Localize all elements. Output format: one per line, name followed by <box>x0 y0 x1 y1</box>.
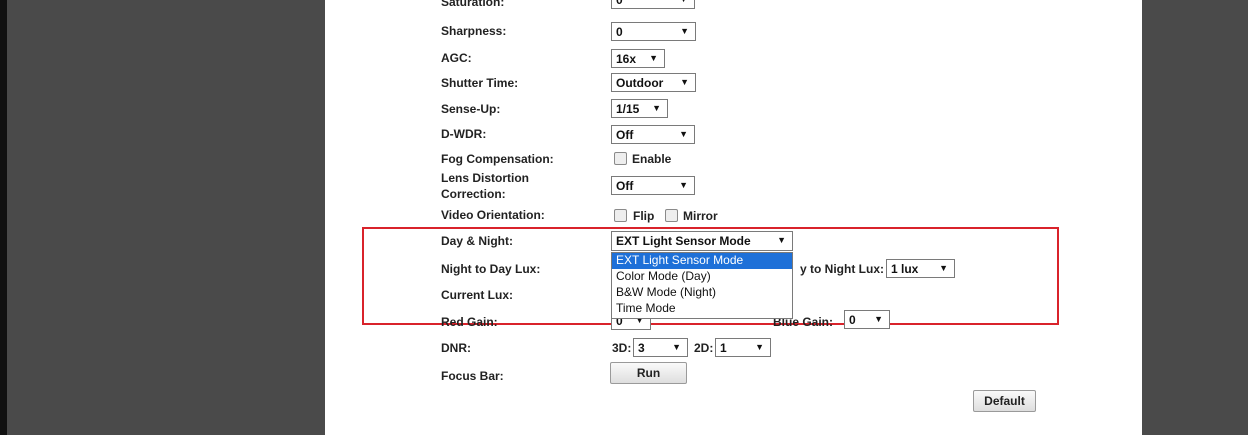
default-button[interactable]: Default <box>973 390 1036 412</box>
day-night-label: Day & Night: <box>441 234 513 248</box>
chevron-down-icon: ▼ <box>672 342 681 352</box>
dropdown-option[interactable]: Time Mode <box>612 301 792 317</box>
red-gain-label: Red Gain: <box>441 315 498 329</box>
chevron-down-icon: ▼ <box>679 0 688 4</box>
agc-value: 16x <box>616 52 637 66</box>
day-to-night-lux-select[interactable]: 1 lux ▼ <box>886 259 955 278</box>
settings-panel: Saturation: 0▼ Sharpness: 0▼ AGC: 16x▼ S… <box>325 0 1142 435</box>
dnr-3d-value: 3 <box>638 341 645 355</box>
fog-compensation-label: Fog Compensation: <box>441 152 554 166</box>
dwdr-label: D-WDR: <box>441 127 487 141</box>
sharpness-label: Sharpness: <box>441 24 507 38</box>
chevron-down-icon: ▼ <box>874 314 883 324</box>
day-night-select[interactable]: EXT Light Sensor Mode ▼ <box>611 231 793 251</box>
chevron-down-icon: ▼ <box>939 263 948 273</box>
chevron-down-icon: ▼ <box>679 129 688 139</box>
day-to-night-lux-label: y to Night Lux: <box>800 262 884 276</box>
dnr-3d-label: 3D: <box>612 341 632 355</box>
blue-gain-value: 0 <box>849 313 856 327</box>
left-edge-bar <box>0 0 7 435</box>
blue-gain-select[interactable]: 0 ▼ <box>844 310 890 329</box>
sense-up-label: Sense-Up: <box>441 102 501 116</box>
lens-distortion-value: Off <box>616 179 634 193</box>
shutter-time-value: Outdoor <box>616 76 664 90</box>
shutter-time-label: Shutter Time: <box>441 76 519 90</box>
run-button[interactable]: Run <box>610 362 687 384</box>
agc-label: AGC: <box>441 51 472 65</box>
dnr-label: DNR: <box>441 341 471 355</box>
mirror-checkbox[interactable] <box>665 209 678 222</box>
flip-checkbox[interactable] <box>614 209 627 222</box>
sense-up-value: 1/15 <box>616 102 640 116</box>
saturation-select[interactable]: 0▼ <box>611 0 695 9</box>
current-lux-label: Current Lux: <box>441 288 513 302</box>
chevron-down-icon: ▼ <box>777 235 786 245</box>
dropdown-option[interactable]: EXT Light Sensor Mode <box>612 253 792 269</box>
chevron-down-icon: ▼ <box>755 342 764 352</box>
left-side-panel <box>7 0 325 435</box>
lens-distortion-label-line1: Lens Distortion <box>441 171 530 185</box>
lens-distortion-label-line2: Correction: <box>441 187 506 201</box>
sharpness-value: 0 <box>616 25 623 39</box>
focus-bar-label: Focus Bar: <box>441 369 504 383</box>
day-to-night-lux-value: 1 lux <box>891 262 919 276</box>
dnr-2d-select[interactable]: 1 ▼ <box>715 338 771 357</box>
lens-distortion-select[interactable]: Off ▼ <box>611 176 695 195</box>
day-night-value: EXT Light Sensor Mode <box>616 234 751 248</box>
shutter-time-select[interactable]: Outdoor ▼ <box>611 73 696 92</box>
agc-select[interactable]: 16x ▼ <box>611 49 665 68</box>
chevron-down-icon: ▼ <box>680 26 689 36</box>
day-night-dropdown-list: EXT Light Sensor Mode Color Mode (Day) B… <box>611 252 793 319</box>
saturation-label: Saturation: <box>441 0 505 9</box>
chevron-down-icon: ▼ <box>679 180 688 190</box>
right-side-panel <box>1142 0 1248 435</box>
chevron-down-icon: ▼ <box>680 77 689 87</box>
dwdr-select[interactable]: Off ▼ <box>611 125 695 144</box>
flip-label: Flip <box>633 209 655 223</box>
sense-up-select[interactable]: 1/15 ▼ <box>611 99 668 118</box>
dwdr-value: Off <box>616 128 634 142</box>
chevron-down-icon: ▼ <box>652 103 661 113</box>
fog-enable-label: Enable <box>632 152 672 166</box>
night-to-day-lux-label: Night to Day Lux: <box>441 262 541 276</box>
dnr-3d-select[interactable]: 3 ▼ <box>633 338 688 357</box>
saturation-value: 0 <box>616 0 623 7</box>
mirror-label: Mirror <box>683 209 718 223</box>
dnr-2d-label: 2D: <box>694 341 714 355</box>
dropdown-option[interactable]: B&W Mode (Night) <box>612 285 792 301</box>
chevron-down-icon: ▼ <box>649 53 658 63</box>
dnr-2d-value: 1 <box>720 341 727 355</box>
dropdown-option[interactable]: Color Mode (Day) <box>612 269 792 285</box>
sharpness-select[interactable]: 0 ▼ <box>611 22 696 41</box>
video-orientation-label: Video Orientation: <box>441 208 545 222</box>
fog-enable-checkbox[interactable] <box>614 152 627 165</box>
